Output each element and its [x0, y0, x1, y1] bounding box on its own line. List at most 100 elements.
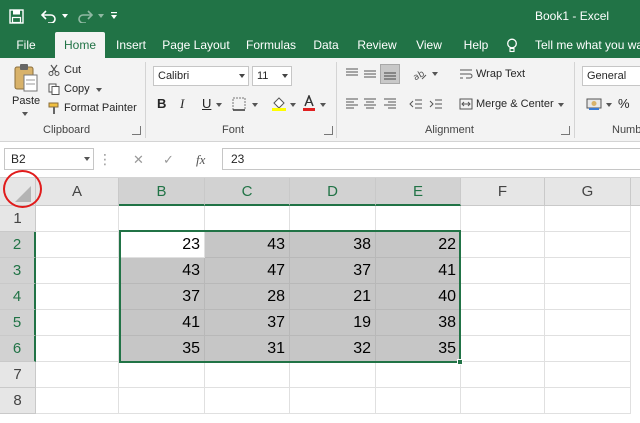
grid-cell[interactable] — [461, 258, 545, 284]
cell-b2[interactable]: 23 — [119, 232, 205, 258]
paste-button[interactable]: Paste — [12, 95, 40, 107]
tab-insert[interactable]: Insert — [111, 32, 151, 58]
font-color-dropdown-icon[interactable] — [320, 103, 326, 107]
column-header-d[interactable]: D — [290, 178, 376, 206]
grid-cell[interactable] — [461, 362, 545, 388]
format-painter-button[interactable]: Format Painter — [64, 102, 137, 114]
font-launcher-icon[interactable] — [324, 126, 333, 135]
copy-dropdown-icon[interactable] — [96, 88, 102, 92]
column-header-g[interactable]: G — [545, 178, 631, 206]
merge-center-icon[interactable] — [458, 96, 474, 112]
decrease-indent-icon[interactable] — [408, 96, 424, 112]
grid-cell[interactable] — [461, 206, 545, 232]
grid-cell[interactable] — [36, 284, 119, 310]
cell-b4[interactable]: 37 — [119, 284, 205, 310]
underline-dropdown-icon[interactable] — [216, 103, 222, 107]
accounting-dropdown-icon[interactable] — [606, 103, 612, 107]
orientation-icon[interactable]: ab — [410, 66, 430, 82]
tab-home[interactable]: Home — [55, 32, 105, 58]
cell-c2[interactable]: 43 — [205, 232, 290, 258]
insert-function-icon[interactable]: fx — [196, 152, 205, 168]
alignment-launcher-icon[interactable] — [561, 126, 570, 135]
row-header-2[interactable]: 2 — [0, 232, 36, 258]
select-all-button[interactable] — [0, 178, 36, 206]
tab-page-layout[interactable]: Page Layout — [162, 32, 230, 58]
copy-icon[interactable] — [47, 82, 61, 96]
clipboard-launcher-icon[interactable] — [132, 126, 141, 135]
paste-icon[interactable] — [12, 62, 40, 94]
font-color-icon[interactable] — [301, 94, 317, 112]
cell-c5[interactable]: 37 — [205, 310, 290, 336]
align-top-icon[interactable] — [344, 66, 360, 82]
cell-b3[interactable]: 43 — [119, 258, 205, 284]
cell-c3[interactable]: 47 — [205, 258, 290, 284]
grid-cell[interactable] — [545, 206, 631, 232]
grid-cell[interactable] — [376, 206, 461, 232]
font-name-combo[interactable]: Calibri — [153, 66, 249, 86]
cell-c4[interactable]: 28 — [205, 284, 290, 310]
number-format-combo[interactable]: General — [582, 66, 640, 86]
grid-cell[interactable] — [545, 232, 631, 258]
redo-icon[interactable] — [74, 7, 96, 25]
grid-cell[interactable] — [461, 388, 545, 414]
cancel-icon[interactable]: ✕ — [133, 152, 144, 168]
cell-e4[interactable]: 40 — [376, 284, 461, 310]
tab-formulas[interactable]: Formulas — [241, 32, 301, 58]
merge-center-button[interactable]: Merge & Center — [476, 98, 554, 110]
cell-e2[interactable]: 22 — [376, 232, 461, 258]
grid-cell[interactable] — [545, 310, 631, 336]
grid-cell[interactable] — [36, 258, 119, 284]
grid-cell[interactable] — [376, 362, 461, 388]
align-left-icon[interactable] — [344, 96, 360, 112]
enter-icon[interactable]: ✓ — [163, 152, 174, 168]
grid-cell[interactable] — [290, 388, 376, 414]
merge-center-dropdown-icon[interactable] — [558, 103, 564, 107]
format-painter-icon[interactable] — [47, 101, 61, 115]
grid-cell[interactable] — [36, 336, 119, 362]
cell-d4[interactable]: 21 — [290, 284, 376, 310]
grid-cell[interactable] — [119, 388, 205, 414]
italic-button[interactable]: I — [180, 96, 184, 112]
grid-cell[interactable] — [290, 362, 376, 388]
grid-cell[interactable] — [376, 388, 461, 414]
row-header-4[interactable]: 4 — [0, 284, 36, 310]
redo-dropdown-icon[interactable] — [97, 7, 105, 25]
lightbulb-icon[interactable] — [505, 37, 519, 53]
grid-cell[interactable] — [545, 388, 631, 414]
tell-me-box[interactable]: Tell me what you want — [535, 32, 640, 58]
formula-bar-grip-icon[interactable]: ⋮ — [98, 150, 112, 168]
fill-color-dropdown-icon[interactable] — [290, 103, 296, 107]
column-header-f[interactable]: F — [461, 178, 545, 206]
borders-dropdown-icon[interactable] — [252, 103, 258, 107]
column-header-b[interactable]: B — [119, 178, 205, 206]
align-middle-icon[interactable] — [362, 66, 378, 82]
grid-cell[interactable] — [461, 284, 545, 310]
orientation-dropdown-icon[interactable] — [432, 72, 438, 76]
tab-data[interactable]: Data — [310, 32, 342, 58]
cell-e5[interactable]: 38 — [376, 310, 461, 336]
row-header-8[interactable]: 8 — [0, 388, 36, 414]
cell-d2[interactable]: 38 — [290, 232, 376, 258]
name-box[interactable]: B2 — [4, 148, 94, 170]
align-bottom-icon[interactable] — [380, 64, 400, 84]
fill-color-icon[interactable] — [270, 94, 288, 112]
align-right-icon[interactable] — [382, 96, 398, 112]
copy-button[interactable]: Copy — [64, 83, 90, 95]
wrap-text-icon[interactable] — [458, 66, 474, 82]
row-header-1[interactable]: 1 — [0, 206, 36, 232]
row-header-6[interactable]: 6 — [0, 336, 36, 362]
grid-cell[interactable] — [461, 336, 545, 362]
tab-review[interactable]: Review — [352, 32, 402, 58]
accounting-format-icon[interactable] — [585, 96, 603, 112]
cell-e6[interactable]: 35 — [376, 336, 461, 362]
cell-d3[interactable]: 37 — [290, 258, 376, 284]
grid-cell[interactable] — [36, 206, 119, 232]
fill-handle[interactable] — [457, 359, 463, 365]
tab-help[interactable]: Help — [457, 32, 495, 58]
cell-b5[interactable]: 41 — [119, 310, 205, 336]
grid-cell[interactable] — [36, 388, 119, 414]
grid-cell[interactable] — [461, 310, 545, 336]
cell-d6[interactable]: 32 — [290, 336, 376, 362]
column-header-partial[interactable] — [631, 178, 640, 206]
grid-cell[interactable] — [545, 258, 631, 284]
